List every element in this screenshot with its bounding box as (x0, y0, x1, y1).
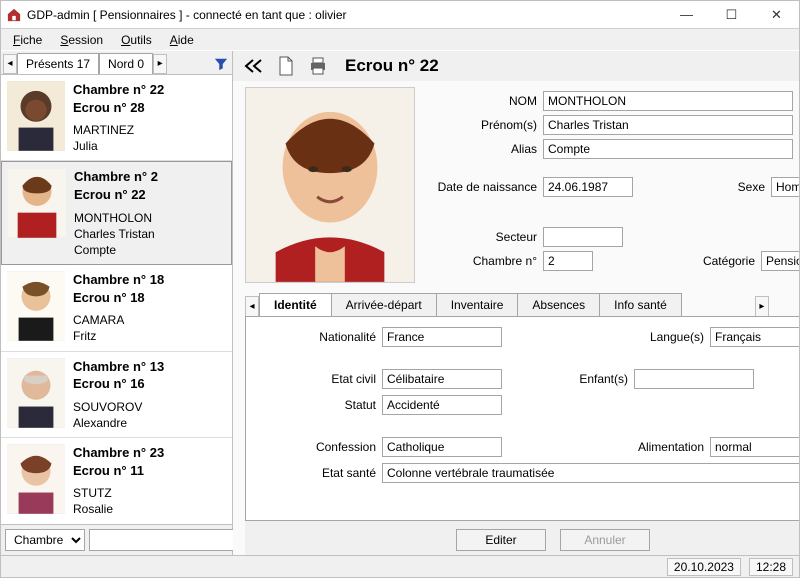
tab-presents[interactable]: Présents 17 (17, 53, 99, 75)
action-buttons: Editer Annuler (245, 521, 799, 555)
page-title: Ecrou n° 22 (345, 56, 439, 76)
avatar (7, 444, 65, 514)
list-item[interactable]: Chambre n° 22 Ecrou n° 28 MARTINEZ Julia (1, 75, 232, 161)
resident-list[interactable]: Chambre n° 22 Ecrou n° 28 MARTINEZ Julia… (1, 74, 232, 524)
filter-field-select[interactable]: Chambre (5, 529, 85, 551)
languages-field[interactable]: Français (710, 327, 799, 347)
tab-absences[interactable]: Absences (517, 293, 600, 316)
resident-photo (245, 87, 415, 283)
sex-field[interactable]: Homme (771, 177, 799, 197)
category-field[interactable]: Pensionnaire (761, 251, 799, 271)
cancel-button: Annuler (560, 529, 650, 551)
app-window: GDP-admin [ Pensionnaires ] - connecté e… (0, 0, 800, 578)
surname-field[interactable]: MONTHOLON (543, 91, 793, 111)
identite-form: Nationalité France Langue(s) Français Et… (245, 317, 799, 521)
sidebar-filter: Chambre Go (1, 524, 232, 555)
filter-value-input[interactable] (89, 529, 254, 551)
tab-identite[interactable]: Identité (259, 293, 332, 316)
tab-nord[interactable]: Nord 0 (99, 53, 153, 75)
marital-status-field[interactable]: Célibataire (382, 369, 502, 389)
form-area: NOMMONTHOLON Prénom(s)Charles Tristan Al… (233, 81, 799, 555)
tabs-scroll-right[interactable]: ▸ (153, 54, 167, 74)
titlebar: GDP-admin [ Pensionnaires ] - connecté e… (1, 1, 799, 29)
avatar (7, 271, 65, 341)
status-time: 12:28 (749, 558, 793, 576)
menu-session[interactable]: Session (52, 31, 111, 49)
menu-outils[interactable]: Outils (113, 31, 160, 49)
back-double-icon[interactable] (243, 55, 265, 77)
close-button[interactable]: ✕ (754, 1, 799, 29)
children-field[interactable] (634, 369, 754, 389)
sector-field[interactable] (543, 227, 623, 247)
nationality-field[interactable]: France (382, 327, 502, 347)
maximize-button[interactable]: ☐ (709, 1, 754, 29)
room-field[interactable]: 2 (543, 251, 593, 271)
sidebar: ◂ Présents 17 Nord 0 ▸ Chambre n° 22 Ecr… (1, 51, 233, 555)
statusbar: 20.10.2023 12:28 (1, 555, 799, 577)
detail-tabs-right[interactable]: ▸ (755, 296, 769, 316)
tabs-scroll-left[interactable]: ◂ (3, 54, 17, 74)
list-item-info: Chambre n° 18 Ecrou n° 18 CAMARA Fritz (73, 271, 164, 344)
diet-field[interactable]: normal (710, 437, 799, 457)
print-icon[interactable] (307, 55, 329, 77)
tab-info-sante[interactable]: Info santé (599, 293, 682, 316)
main-panel: Ecrou n° 22 (233, 51, 799, 555)
status-field[interactable]: Accidenté (382, 395, 502, 415)
app-icon (7, 8, 21, 22)
list-item[interactable]: Chambre n° 23 Ecrou n° 11 STUTZ Rosalie (1, 438, 232, 524)
window-title: GDP-admin [ Pensionnaires ] - connecté e… (27, 8, 664, 22)
sidebar-tabs: ◂ Présents 17 Nord 0 ▸ (1, 51, 232, 74)
identity-header: NOMMONTHOLON Prénom(s)Charles Tristan Al… (245, 87, 799, 283)
tab-arrivee-depart[interactable]: Arrivée-départ (331, 293, 437, 316)
menubar: Fiche Session Outils Aide (1, 29, 799, 51)
list-item-info: Chambre n° 22 Ecrou n° 28 MARTINEZ Julia (73, 81, 164, 154)
identity-fields: NOMMONTHOLON Prénom(s)Charles Tristan Al… (427, 87, 799, 283)
minimize-button[interactable]: — (664, 1, 709, 29)
avatar (8, 168, 66, 238)
list-item-info: Chambre n° 23 Ecrou n° 11 STUTZ Rosalie (73, 444, 164, 517)
detail-tabs-left[interactable]: ◂ (245, 296, 259, 316)
new-document-icon[interactable] (275, 55, 297, 77)
filter-icon[interactable] (212, 54, 230, 74)
alias-field[interactable]: Compte (543, 139, 793, 159)
tab-inventaire[interactable]: Inventaire (436, 293, 519, 316)
list-item[interactable]: Chambre n° 13 Ecrou n° 16 SOUVOROV Alexa… (1, 352, 232, 438)
menu-fiche[interactable]: Fiche (5, 31, 50, 49)
status-date: 20.10.2023 (667, 558, 741, 576)
menu-aide[interactable]: Aide (162, 31, 202, 49)
confession-field[interactable]: Catholique (382, 437, 502, 457)
list-item[interactable]: Chambre n° 18 Ecrou n° 18 CAMARA Fritz (1, 265, 232, 351)
avatar (7, 358, 65, 428)
list-item-info: Chambre n° 13 Ecrou n° 16 SOUVOROV Alexa… (73, 358, 164, 431)
dob-field[interactable]: 24.06.1987 (543, 177, 633, 197)
list-item[interactable]: Chambre n° 2 Ecrou n° 22 MONTHOLON Charl… (1, 161, 232, 265)
detail-tabs: ◂ Identité Arrivée-départ Inventaire Abs… (245, 293, 799, 317)
avatar (7, 81, 65, 151)
body: ◂ Présents 17 Nord 0 ▸ Chambre n° 22 Ecr… (1, 51, 799, 555)
toolbar: Ecrou n° 22 (233, 51, 799, 81)
list-item-info: Chambre n° 2 Ecrou n° 22 MONTHOLON Charl… (74, 168, 158, 258)
health-state-field[interactable]: Colonne vertébrale traumatisée (382, 463, 799, 483)
window-controls: — ☐ ✕ (664, 1, 799, 29)
given-name-field[interactable]: Charles Tristan (543, 115, 793, 135)
edit-button[interactable]: Editer (456, 529, 546, 551)
